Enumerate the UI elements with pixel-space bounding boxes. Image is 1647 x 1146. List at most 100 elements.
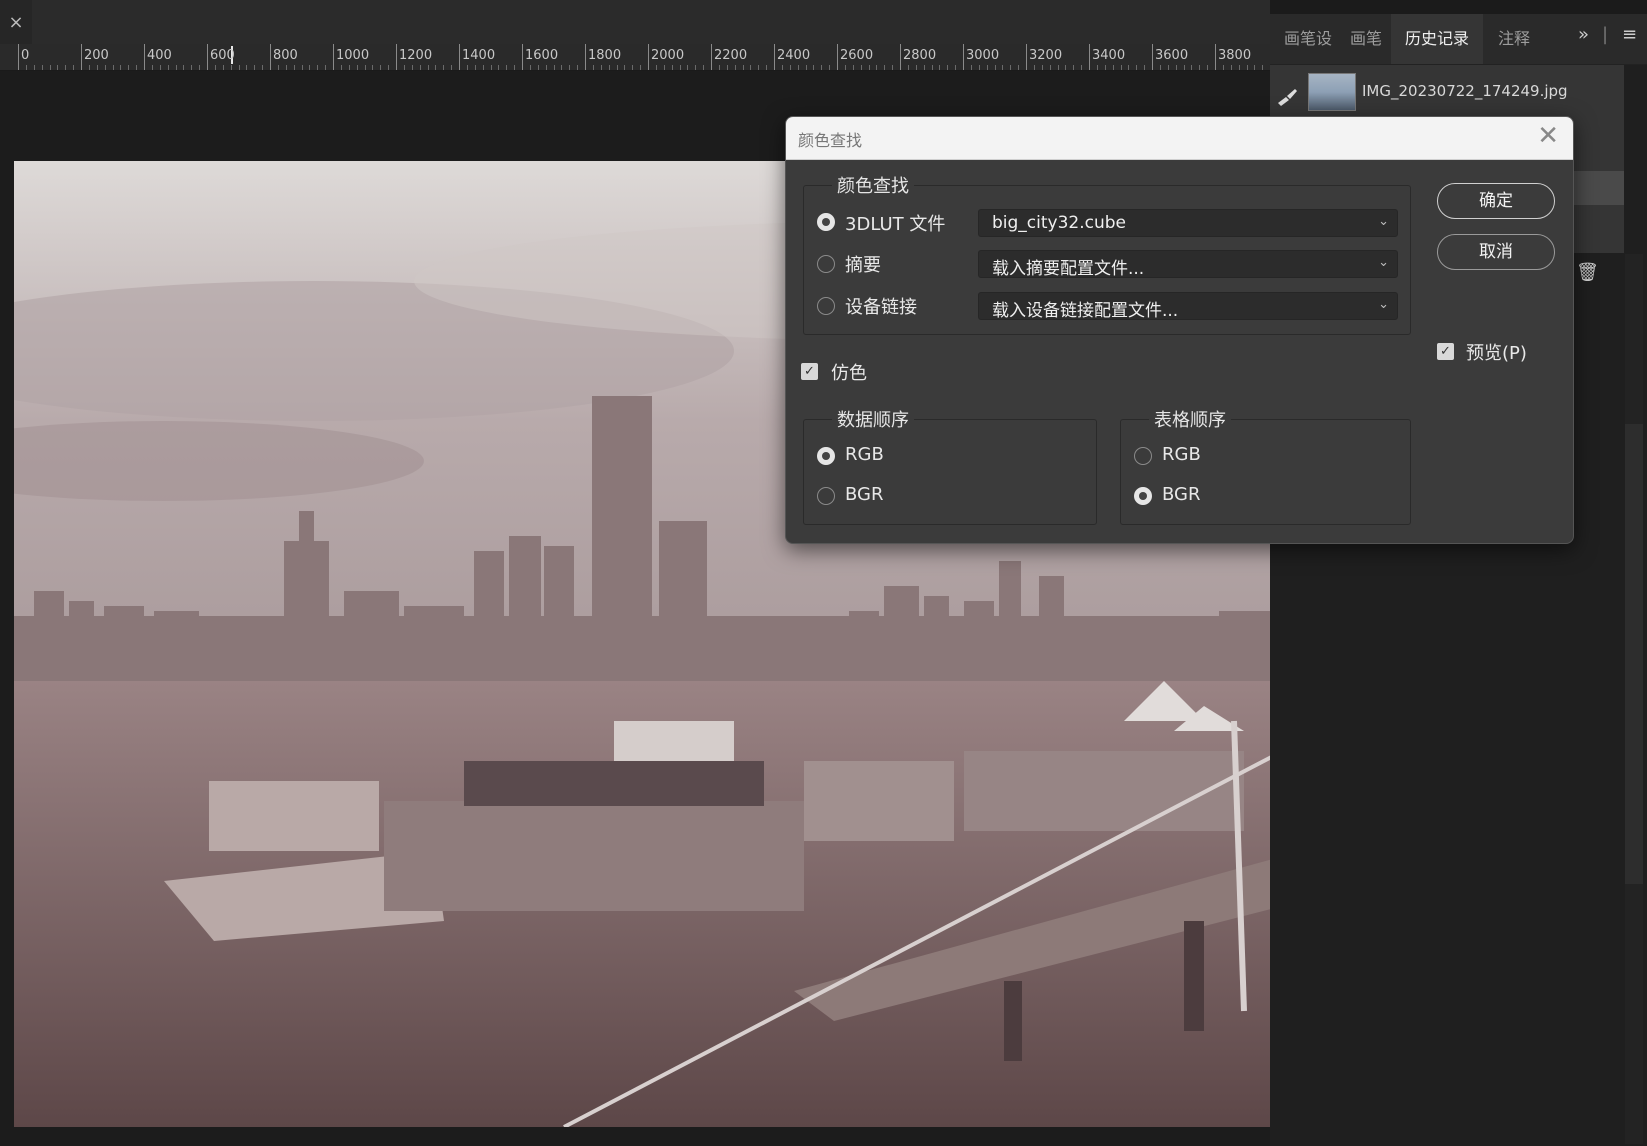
history-step-selected[interactable] — [1570, 171, 1624, 205]
ruler-minor-tick — [1136, 65, 1138, 70]
close-document-button[interactable]: × — [0, 0, 32, 44]
label-3dlut-file: 3DLUT 文件 — [845, 214, 946, 235]
ruler-minor-tick — [726, 65, 728, 70]
ruler-minor-tick — [49, 65, 51, 70]
ruler-major-tick — [963, 44, 964, 70]
ruler-minor-tick — [490, 65, 492, 70]
ruler-minor-tick — [325, 65, 327, 70]
chevron-down-icon: ⌄ — [1378, 214, 1389, 229]
ruler-major-tick — [711, 44, 712, 70]
ruler-minor-tick — [246, 65, 248, 70]
cancel-button[interactable]: 取消 — [1437, 234, 1555, 270]
ruler-major-tick — [1089, 44, 1090, 70]
3dlut-file-value: big_city32.cube — [992, 213, 1127, 233]
ruler-minor-tick — [1010, 65, 1012, 70]
radio-table-order-rgb[interactable] — [1134, 447, 1152, 465]
abstract-profile-select[interactable]: 载入摘要配置文件... ⌄ — [978, 250, 1398, 279]
ruler-minor-tick — [104, 65, 106, 70]
ruler-minor-tick — [663, 65, 665, 70]
ruler-minor-tick — [214, 65, 216, 70]
tab-history[interactable]: 历史记录 — [1391, 14, 1483, 64]
ruler-minor-tick — [167, 65, 169, 70]
ruler-major-tick — [270, 44, 271, 70]
abstract-profile-value: 载入摘要配置文件... — [992, 259, 1145, 279]
ruler-minor-tick — [616, 65, 618, 70]
ruler-minor-tick — [293, 65, 295, 70]
ruler-minor-tick — [577, 65, 579, 70]
ruler-label: 2400 — [777, 48, 811, 63]
history-item-name: IMG_20230722_174249.jpg — [1362, 82, 1568, 100]
panel-scrollbar-thumb[interactable] — [1625, 424, 1643, 884]
delete-history-button[interactable]: 🗑 — [1576, 262, 1599, 283]
ruler-minor-tick — [876, 65, 878, 70]
ruler-minor-tick — [687, 65, 689, 70]
ruler-minor-tick — [923, 65, 925, 70]
ruler-minor-tick — [230, 65, 232, 70]
ruler-minor-tick — [1262, 65, 1264, 70]
device-link-select[interactable]: 载入设备链接配置文件... ⌄ — [978, 292, 1398, 321]
dialog-close-button[interactable]: ✕ — [1537, 121, 1559, 151]
ruler-label: 800 — [273, 48, 298, 63]
data-order-legend: 数据顺序 — [832, 406, 914, 432]
ruler-minor-tick — [128, 65, 130, 70]
ruler-minor-tick — [65, 65, 67, 70]
color-lookup-legend: 颜色查找 — [832, 172, 914, 198]
radio-table-order-bgr[interactable] — [1134, 487, 1152, 505]
ruler-minor-tick — [1238, 65, 1240, 70]
ruler-minor-tick — [1183, 65, 1185, 70]
ruler-minor-tick — [1222, 65, 1224, 70]
tab-brush-settings[interactable]: 画笔设 — [1284, 14, 1344, 64]
ruler-minor-tick — [151, 65, 153, 70]
3dlut-file-select[interactable]: big_city32.cube ⌄ — [978, 209, 1398, 237]
ruler-minor-tick — [1041, 65, 1043, 70]
ruler-minor-tick — [986, 65, 988, 70]
tab-brushes[interactable]: 画笔 — [1350, 14, 1390, 64]
ruler-minor-tick — [1112, 65, 1114, 70]
ruler-minor-tick — [805, 65, 807, 70]
radio-3dlut-file[interactable] — [817, 213, 835, 231]
radio-device-link[interactable] — [817, 297, 835, 315]
dither-checkbox[interactable]: ✓ — [801, 363, 818, 380]
ruler-minor-tick — [561, 65, 563, 70]
ruler-minor-tick — [1049, 65, 1051, 70]
radio-data-order-bgr[interactable] — [817, 487, 835, 505]
ruler-label: 600 — [210, 48, 235, 63]
ruler-minor-tick — [380, 65, 382, 70]
ruler-minor-tick — [1254, 65, 1256, 70]
preview-checkbox[interactable]: ✓ — [1437, 343, 1454, 360]
history-brush-icon[interactable] — [1276, 87, 1298, 107]
checkmark-icon: ✓ — [1440, 344, 1451, 359]
trash-icon: 🗑 — [1576, 262, 1599, 283]
ruler-minor-tick — [427, 65, 429, 70]
ruler-major-tick — [1152, 44, 1153, 70]
radio-abstract[interactable] — [817, 255, 835, 273]
ruler-label: 3600 — [1155, 48, 1189, 63]
dialog-title-bar[interactable]: 颜色查找 ✕ — [786, 117, 1573, 160]
radio-data-order-rgb[interactable] — [817, 447, 835, 465]
ruler-major-tick — [1026, 44, 1027, 70]
tab-notes[interactable]: 注释 — [1498, 14, 1548, 64]
ruler-minor-tick — [1096, 65, 1098, 70]
ruler-major-tick — [522, 44, 523, 70]
label-data-order-rgb: RGB — [845, 444, 884, 465]
ruler-label: 400 — [147, 48, 172, 63]
label-abstract: 摘要 — [845, 255, 881, 276]
dither-label: 仿色 — [831, 363, 867, 384]
ruler-minor-tick — [545, 65, 547, 70]
ruler-minor-tick — [1191, 65, 1193, 70]
ruler-minor-tick — [301, 65, 303, 70]
ruler-minor-tick — [537, 65, 539, 70]
close-icon: × — [8, 11, 24, 33]
ruler-minor-tick — [868, 65, 870, 70]
panel-menu-button[interactable]: ≡ — [1622, 24, 1637, 45]
ruler-major-tick — [207, 44, 208, 70]
ok-button[interactable]: 确定 — [1437, 183, 1555, 219]
ruler-minor-tick — [419, 65, 421, 70]
expand-panels-button[interactable]: » — [1578, 24, 1589, 45]
ruler-minor-tick — [348, 65, 350, 70]
ruler-minor-tick — [435, 65, 437, 70]
ruler-minor-tick — [1199, 65, 1201, 70]
ruler-minor-tick — [474, 65, 476, 70]
history-snapshot-row[interactable]: IMG_20230722_174249.jpg — [1270, 73, 1624, 119]
horizontal-ruler[interactable]: 0 200 400 600 800 1000 1200 1400 1600 1800 2000 220… — [0, 44, 1270, 71]
